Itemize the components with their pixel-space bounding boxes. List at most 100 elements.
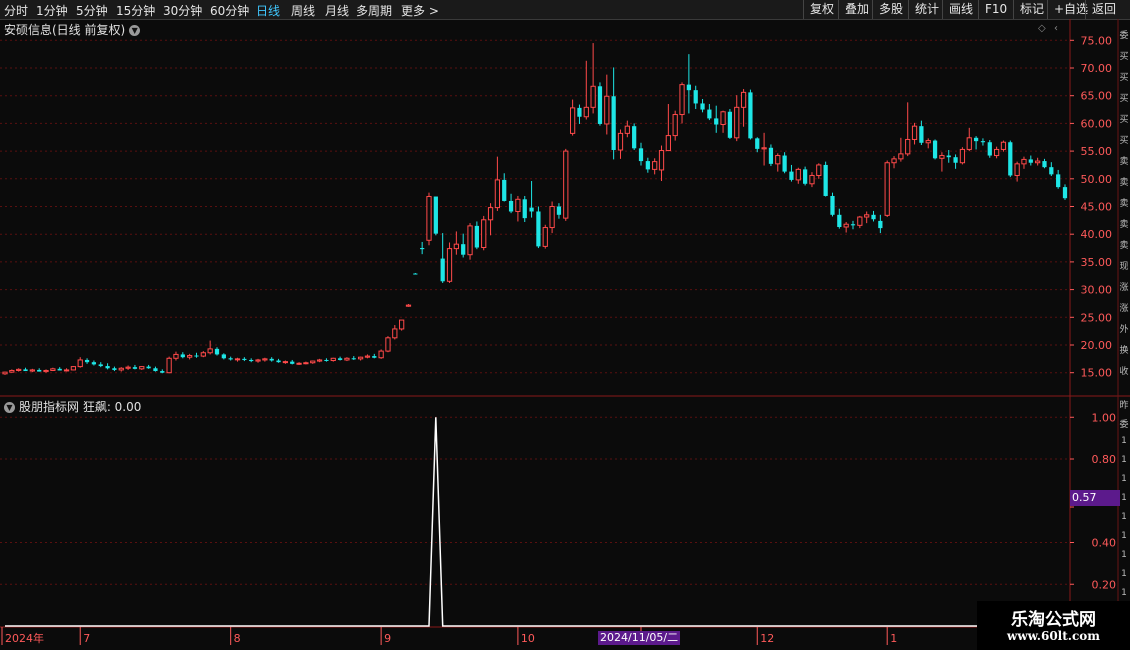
chevron-down-icon[interactable]: ▼: [4, 402, 15, 413]
indicator-tick-label: 0.80: [1092, 453, 1117, 466]
candle-body-up: [9, 369, 15, 373]
time-axis-label: 9: [384, 632, 391, 645]
candle-body-up: [77, 359, 83, 368]
sidebar-label: 买: [1119, 52, 1129, 62]
candle-body-up: [816, 164, 822, 176]
candle-body-down: [700, 103, 705, 110]
candle-body-down: [180, 354, 185, 358]
sidebar-label: 1: [1121, 436, 1127, 446]
candle-body-down: [221, 354, 226, 359]
candle-body-down: [789, 171, 794, 180]
sidebar-label: 换: [1119, 346, 1129, 356]
candle-body-up: [542, 227, 548, 247]
stock-chart[interactable]: 75.00 70.00 65.00 60.00 55.00 50.00 45.00 40.00…: [0, 0, 1130, 650]
candle-body-down: [755, 138, 760, 149]
price-tick-label: 45.00: [1081, 201, 1113, 214]
price-tick-label: 70.00: [1081, 62, 1113, 75]
indicator-value-badge: 0.57: [1070, 490, 1120, 506]
candle-body-up: [426, 196, 432, 241]
sidebar-label: 买: [1119, 136, 1129, 146]
candle-body-up: [50, 368, 56, 371]
sidebar-label: 买: [1119, 73, 1129, 83]
candle-body-up: [29, 369, 35, 372]
candle-body-down: [686, 84, 691, 91]
indicator-panel-title[interactable]: ▼ 股朋指标网 狂飙: 0.00: [4, 398, 141, 415]
candle-body-up: [734, 106, 740, 139]
candle-body-down: [645, 161, 650, 170]
candle-body-down: [946, 155, 951, 158]
candle-body-up: [467, 225, 473, 256]
candle-body-up: [891, 158, 897, 164]
candle-body-up: [898, 153, 904, 160]
candle-body-down: [878, 220, 883, 229]
candle-body-up: [939, 155, 945, 159]
candle-body-up: [262, 358, 268, 361]
candle-body-down: [693, 90, 698, 104]
candle-body-up: [775, 155, 781, 165]
candle-body-up: [2, 371, 8, 375]
candle-body-up: [357, 356, 364, 360]
candle-body-up: [405, 304, 412, 307]
candle-body-down: [1062, 187, 1068, 199]
candle-body-down: [276, 360, 281, 363]
candle-body-down: [987, 142, 992, 156]
time-axis-label: 2024年: [5, 631, 44, 645]
candle-body-down: [748, 92, 753, 139]
chevron-down-icon[interactable]: ▼: [129, 25, 141, 36]
candle-body-down: [707, 109, 712, 119]
candle-body-down: [98, 364, 103, 367]
candle-body-up: [494, 179, 501, 209]
candle-body-down: [577, 107, 582, 117]
candle-body-up: [282, 361, 289, 364]
sidebar-label: 卖: [1119, 220, 1129, 230]
sidebar-label: 1: [1121, 474, 1127, 484]
sidebar-label: 买: [1119, 94, 1129, 104]
candle-body-up: [392, 328, 398, 339]
candle-body-up: [583, 106, 589, 118]
candle-body-up: [173, 353, 179, 359]
candle-body-up: [665, 135, 671, 152]
candle-body-up: [399, 319, 405, 330]
candle-body-up: [487, 207, 494, 221]
candle-body-down: [973, 137, 979, 142]
candle-body-down: [1042, 161, 1047, 168]
candle-body-down: [372, 356, 377, 358]
chevron-left-icon[interactable]: ‹: [1054, 23, 1058, 34]
candle-body-down: [91, 362, 97, 365]
candle-body-up: [330, 357, 336, 362]
candle-body-up: [310, 360, 316, 364]
candle-body-down: [714, 118, 719, 125]
candle-body-down: [508, 200, 514, 212]
candle-body-down: [980, 141, 986, 143]
candle-body-down: [290, 361, 295, 364]
candle-body-down: [324, 359, 329, 361]
price-tick-label: 25.00: [1081, 311, 1113, 324]
candle-body-down: [351, 358, 356, 360]
watermark-url: www.60lt.com: [1007, 629, 1100, 643]
candle-body-down: [160, 371, 165, 373]
price-tick-label: 20.00: [1081, 339, 1113, 352]
sidebar-label: 1: [1121, 455, 1127, 465]
diamond-icon[interactable]: ◇: [1038, 23, 1046, 34]
indicator-tick-label: 1.00: [1092, 411, 1117, 424]
candle-body-down: [1028, 159, 1033, 163]
candle-body-down: [803, 169, 808, 184]
price-tick-label: 35.00: [1081, 256, 1113, 269]
candle-body-up: [604, 95, 610, 125]
candle-body-down: [529, 207, 534, 212]
candle-body-up: [453, 243, 459, 250]
candle-body-up: [63, 369, 70, 372]
candle-body-up: [1014, 163, 1020, 176]
candle-body-down: [242, 358, 247, 360]
candle-body-down: [919, 126, 924, 143]
candle-body-up: [864, 214, 870, 218]
candle-body-up: [959, 148, 966, 164]
candle-body-up: [843, 223, 849, 228]
candle-body-down: [84, 359, 90, 363]
candle-body-up: [761, 147, 767, 150]
candle-body-down: [556, 206, 562, 215]
sidebar-label: 买: [1119, 115, 1129, 125]
main-panel-title[interactable]: 安硕信息(日线 前复权) ▼: [4, 21, 141, 38]
price-tick-label: 40.00: [1081, 228, 1113, 241]
candle-body-down: [768, 147, 774, 164]
